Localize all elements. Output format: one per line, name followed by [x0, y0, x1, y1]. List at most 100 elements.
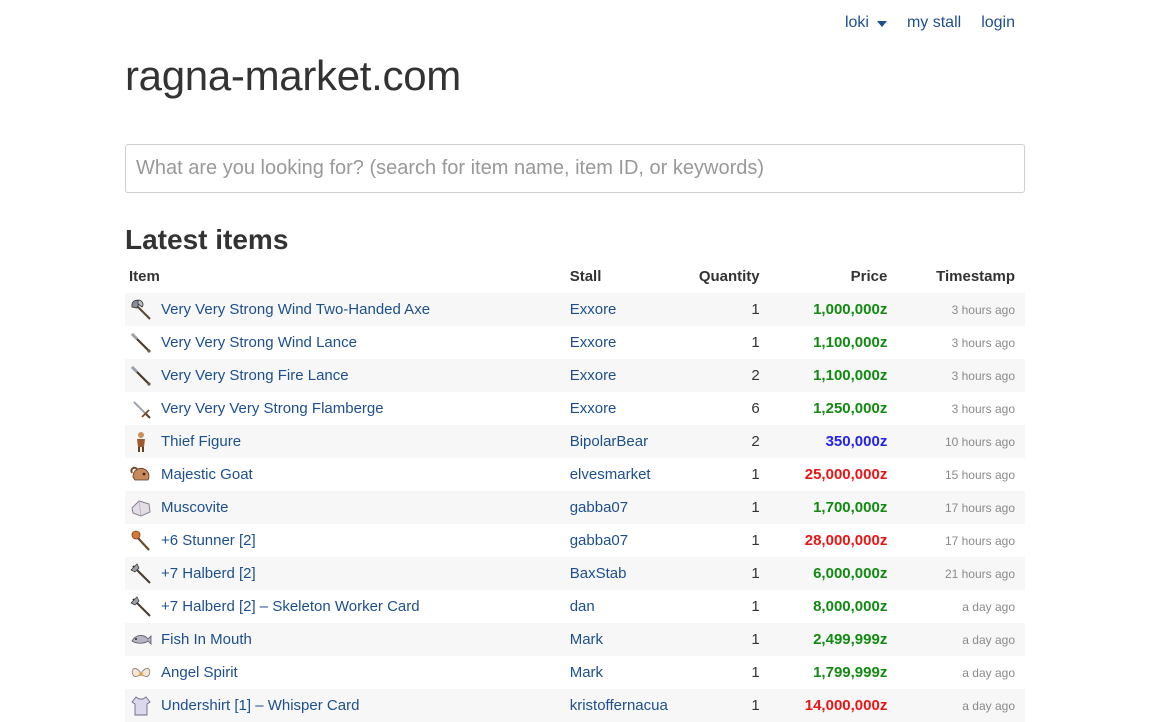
item-cell: +7 Halberd [2] [125, 557, 566, 590]
timestamp-value: 3 hours ago [951, 303, 1015, 317]
item-cell: Thief Figure [125, 425, 566, 458]
item-link[interactable]: Very Very Strong Wind Lance [161, 334, 357, 351]
user-menu-dropdown[interactable]: loki [845, 14, 887, 32]
price-value: 14,000,000z [804, 697, 888, 714]
timestamp-cell: 3 hours ago [897, 326, 1025, 359]
undershirt-icon [129, 694, 153, 718]
stall-link[interactable]: Exxore [570, 334, 617, 351]
stall-cell: dan [566, 590, 678, 623]
stall-link[interactable]: kristoffernacua [570, 697, 668, 714]
table-row: Fish In Mouth Mark 1 2,499,999z a day ago [125, 623, 1025, 656]
price-value: 28,000,000z [804, 532, 888, 549]
top-nav: loki my stall login [845, 14, 1015, 32]
table-body: Very Very Strong Wind Two-Handed Axe Exxo… [125, 293, 1025, 722]
stall-cell: Exxore [566, 359, 678, 392]
item-cell: Fish In Mouth [125, 623, 566, 656]
search-input[interactable] [125, 144, 1025, 193]
quantity-cell: 1 [751, 466, 760, 483]
quantity-cell: 1 [751, 598, 760, 615]
timestamp-value: a day ago [962, 600, 1015, 614]
timestamp-value: 15 hours ago [944, 468, 1015, 482]
item-link[interactable]: Muscovite [161, 499, 229, 516]
item-link[interactable]: +7 Halberd [2] [161, 565, 256, 582]
timestamp-value: a day ago [962, 699, 1015, 713]
item-cell-content: +6 Stunner [2] [129, 529, 556, 553]
latest-items-heading: Latest items [125, 224, 289, 255]
stall-cell: Exxore [566, 293, 678, 326]
price-cell: 350,000z [770, 425, 898, 458]
halberd-icon [129, 595, 153, 619]
table-header-row: Item Stall Quantity Price Timestamp [125, 260, 1025, 293]
caret-down-icon [876, 21, 887, 27]
table-row: Very Very Very Strong Flamberge Exxore 6 1,… [125, 392, 1025, 425]
stall-link[interactable]: BipolarBear [570, 433, 648, 450]
price-value: 1,700,000z [813, 499, 888, 516]
timestamp-cell: 3 hours ago [897, 359, 1025, 392]
stall-cell: gabba07 [566, 491, 678, 524]
timestamp-cell: 15 hours ago [897, 458, 1025, 491]
quantity-cell: 1 [751, 499, 760, 516]
table-row: Undershirt [1] – Whisper Card kristoffern… [125, 689, 1025, 722]
price-cell: 25,000,000z [770, 458, 898, 491]
stall-link[interactable]: BaxStab [570, 565, 627, 582]
quantity-cell: 2 [751, 433, 760, 450]
quantity-cell: 1 [751, 697, 760, 714]
quantity-cell: 1 [751, 334, 760, 351]
price-cell: 1,700,000z [770, 491, 898, 524]
angel-spirit-icon [129, 661, 153, 685]
item-cell-content: Undershirt [1] – Whisper Card [129, 694, 556, 718]
item-link[interactable]: Very Very Very Strong Flamberge [161, 400, 384, 417]
item-link[interactable]: Fish In Mouth [161, 631, 252, 648]
stall-link[interactable]: dan [570, 598, 595, 615]
timestamp-value: a day ago [962, 666, 1015, 680]
stall-link[interactable]: gabba07 [570, 499, 628, 516]
timestamp-value: 3 hours ago [951, 369, 1015, 383]
price-value: 1,000,000z [813, 301, 888, 318]
item-link[interactable]: +7 Halberd [2] – Skeleton Worker Card [161, 598, 420, 615]
price-value: 8,000,000z [813, 598, 888, 615]
my-stall-link[interactable]: my stall [907, 14, 961, 32]
club-icon [129, 529, 153, 553]
site-title[interactable]: ragna-market.com [125, 52, 461, 100]
stall-cell: Exxore [566, 326, 678, 359]
column-header-item: Item [129, 268, 160, 285]
login-link[interactable]: login [981, 14, 1015, 32]
price-value: 1,100,000z [813, 367, 888, 384]
price-value: 1,799,999z [813, 664, 888, 681]
table-row: Very Very Strong Wind Lance Exxore 1 1,100,… [125, 326, 1025, 359]
stall-link[interactable]: gabba07 [570, 532, 628, 549]
timestamp-cell: a day ago [897, 623, 1025, 656]
quantity-cell: 1 [751, 664, 760, 681]
stall-cell: Mark [566, 623, 678, 656]
halberd-icon [129, 562, 153, 586]
item-cell-content: Angel Spirit [129, 661, 556, 685]
item-link[interactable]: Angel Spirit [161, 664, 238, 681]
stall-link[interactable]: Mark [570, 631, 603, 648]
item-link[interactable]: Very Very Strong Fire Lance [161, 367, 349, 384]
price-cell: 1,100,000z [770, 359, 898, 392]
item-link[interactable]: +6 Stunner [2] [161, 532, 256, 549]
table-row: Angel Spirit Mark 1 1,799,999z a day ago [125, 656, 1025, 689]
stall-link[interactable]: Exxore [570, 367, 617, 384]
timestamp-cell: a day ago [897, 656, 1025, 689]
column-header-timestamp: Timestamp [936, 268, 1015, 285]
table-row: Majestic Goat elvesmarket 1 25,000,000z 15 h… [125, 458, 1025, 491]
item-link[interactable]: Majestic Goat [161, 466, 253, 483]
timestamp-value: a day ago [962, 633, 1015, 647]
price-cell: 1,250,000z [770, 392, 898, 425]
item-cell: Very Very Very Strong Flamberge [125, 392, 566, 425]
stall-link[interactable]: Exxore [570, 301, 617, 318]
column-header-stall: Stall [569, 268, 602, 285]
stall-link[interactable]: elvesmarket [570, 466, 651, 483]
stall-link[interactable]: Exxore [570, 400, 617, 417]
user-menu-label: loki [844, 14, 869, 31]
item-link[interactable]: Thief Figure [161, 433, 241, 450]
stall-link[interactable]: Mark [570, 664, 603, 681]
stall-cell: elvesmarket [566, 458, 678, 491]
item-link[interactable]: Undershirt [1] – Whisper Card [161, 697, 359, 714]
item-link[interactable]: Very Very Strong Wind Two-Handed Axe [161, 301, 430, 318]
item-cell: Muscovite [125, 491, 566, 524]
item-cell-content: Very Very Strong Fire Lance [129, 364, 556, 388]
stall-cell: kristoffernacua [566, 689, 678, 722]
stall-cell: BipolarBear [566, 425, 678, 458]
